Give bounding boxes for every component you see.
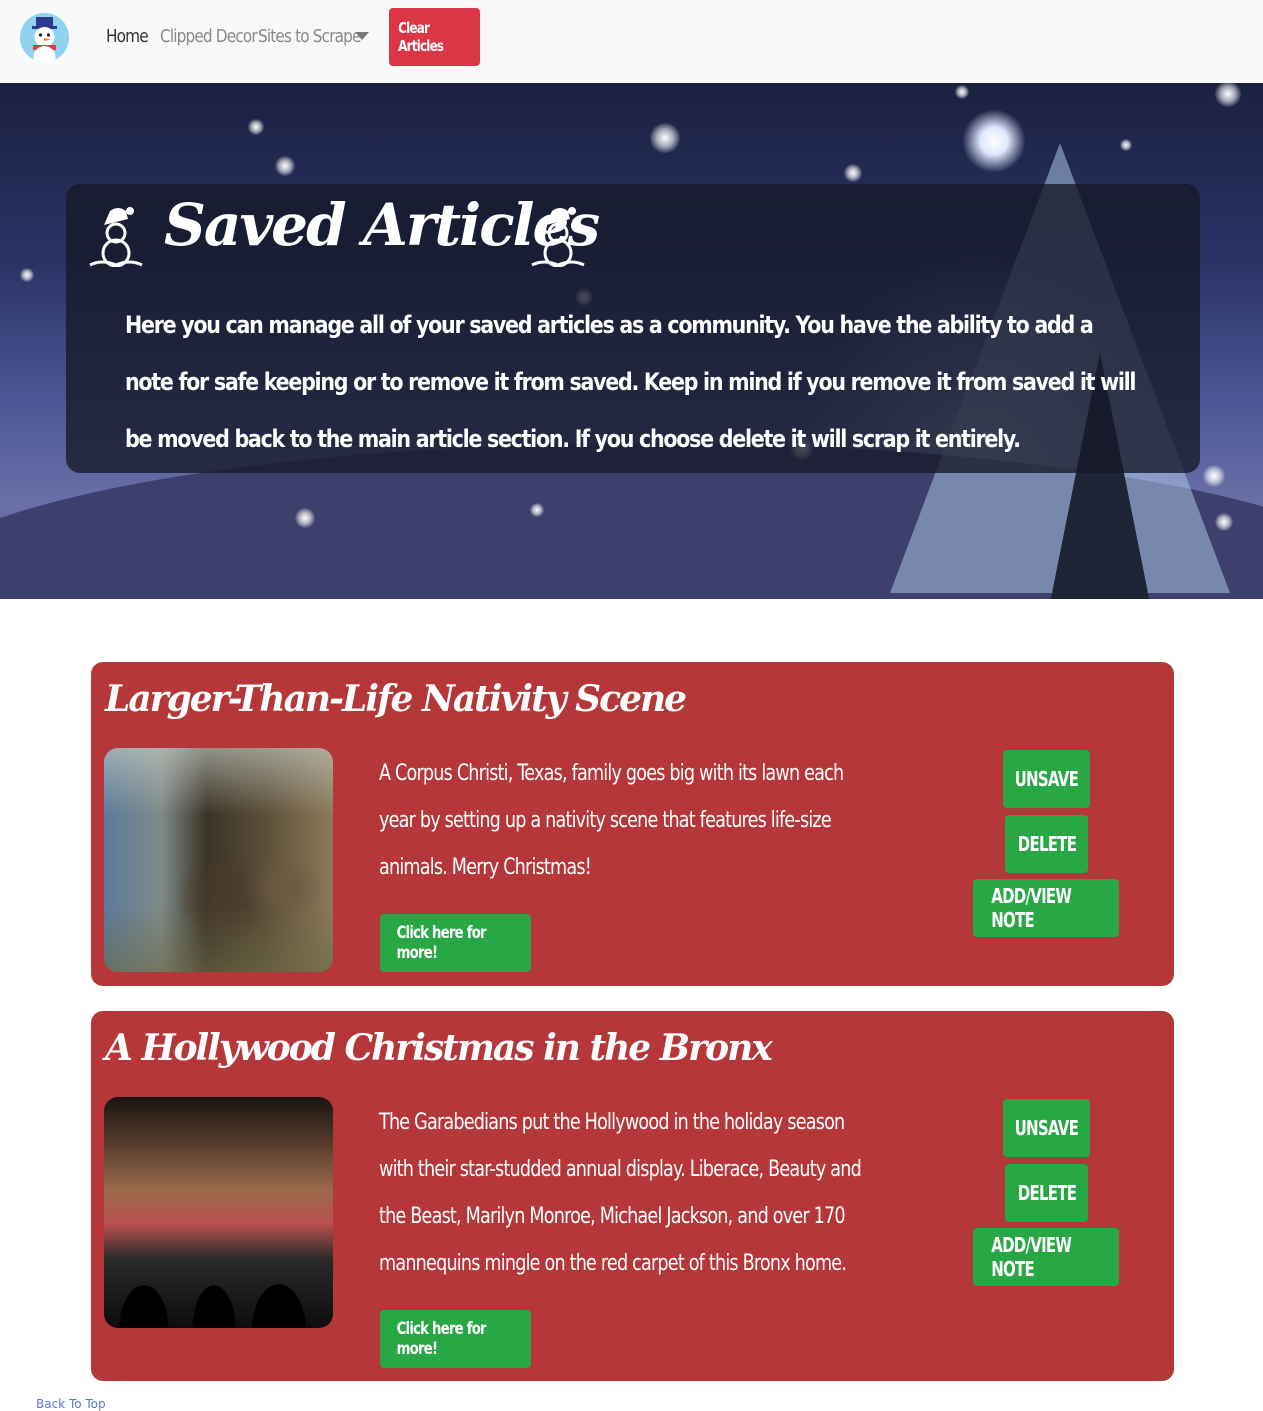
read-more-button[interactable]: Click here for more! [380,1310,531,1368]
snowflake [1120,139,1132,151]
snowflake [20,268,34,282]
snowflake [955,85,969,99]
article-title: Larger-Than-Life Nativity Scene [105,678,687,720]
unsave-button[interactable]: UNSAVE [1003,750,1090,808]
snowflake [248,119,264,135]
nav-clipped-decor-link[interactable]: Clipped Decor [160,26,258,47]
hero-description: Here you can manage all of your saved ar… [125,311,1137,453]
add-view-note-button[interactable]: ADD/VIEW NOTE [973,879,1119,937]
read-more-label: Click here for more! [396,1319,487,1359]
article-image [104,748,333,972]
snowman-icon[interactable] [20,13,69,62]
delete-button[interactable]: DELETE [1005,1164,1088,1222]
snowflake [650,123,680,153]
snowflake [844,164,862,182]
unsave-label: UNSAVE [1014,1116,1079,1140]
clear-articles-label: Clear Articles [398,19,444,55]
tree-star-icon [962,109,1026,173]
nav-home-link[interactable]: Home [106,26,149,47]
snowflake [1215,513,1233,531]
article-image [104,1097,333,1328]
snowflake [275,156,295,176]
article-summary: The Garabedians put the Hollywood in the… [379,1110,862,1276]
snowflake [1203,465,1225,487]
snowflake [295,508,315,528]
unsave-button[interactable]: UNSAVE [1003,1099,1090,1157]
snowman-icon [531,207,585,267]
snowman-icon [89,207,143,267]
nav-sites-to-scrape-dropdown[interactable]: Sites to Scrape [258,26,361,47]
article-summary: A Corpus Christi, Texas, family goes big… [379,761,844,880]
delete-label: DELETE [1017,1181,1076,1205]
crowd-silhouette [104,1238,333,1328]
read-more-label: Click here for more! [396,923,487,963]
clear-articles-button[interactable]: Clear Articles [389,8,480,66]
article-title: A Hollywood Christmas in the Bronx [105,1027,773,1069]
snowflake [1215,83,1241,107]
add-view-note-label: ADD/VIEW NOTE [991,884,1072,932]
snowflake [530,503,544,517]
article-card: Larger-Than-Life Nativity Scene A Corpus… [91,662,1174,986]
add-view-note-button[interactable]: ADD/VIEW NOTE [973,1228,1119,1286]
delete-label: DELETE [1017,832,1076,856]
delete-button[interactable]: DELETE [1005,815,1088,873]
add-view-note-label: ADD/VIEW NOTE [991,1233,1072,1281]
article-card: A Hollywood Christmas in the Bronx The G… [91,1011,1174,1381]
hero-banner: Saved Articles Here you can manage all o… [0,83,1263,599]
unsave-label: UNSAVE [1014,767,1079,791]
caret-down-icon[interactable] [355,32,369,40]
navbar: Home Clipped Decor Sites to Scrape Clear… [0,0,1263,83]
back-to-top-link[interactable]: Back To Top [36,1397,106,1411]
read-more-button[interactable]: Click here for more! [380,914,531,972]
